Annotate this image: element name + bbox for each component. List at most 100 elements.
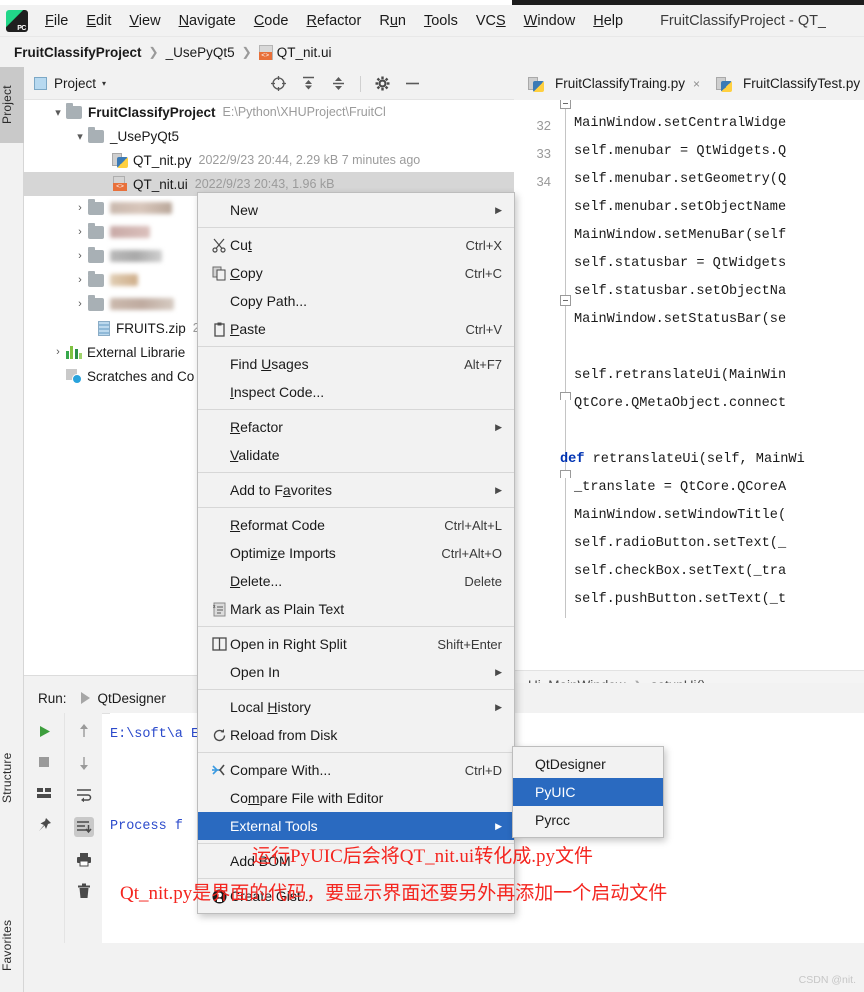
chevron-right-icon[interactable]: › (50, 346, 66, 358)
breadcrumb-item-project[interactable]: FruitClassifyProject (14, 45, 142, 60)
menu-label: Paste (230, 321, 266, 337)
tree-item-label: External Librarie (87, 344, 186, 360)
code-editor[interactable]: 32 33 34 MainWindow.setCentralWidge self… (514, 100, 864, 670)
menu-shortcut: Ctrl+D (464, 762, 502, 778)
menu-shortcut: Shift+Enter (437, 636, 502, 652)
chevron-right-icon[interactable]: › (72, 298, 88, 310)
clipboard-icon (208, 322, 230, 337)
menu-item-find-usages[interactable]: Find Usages Alt+F7 (198, 350, 514, 378)
menu-item-help[interactable]: Help (584, 11, 632, 31)
menu-item-copy[interactable]: Copy Ctrl+C (198, 259, 514, 287)
chevron-right-icon: ▶ (495, 204, 502, 215)
menu-item-refactor[interactable]: Refactor ▶ (198, 413, 514, 441)
close-icon[interactable]: × (693, 77, 700, 91)
menu-item-paste[interactable]: Paste Ctrl+V (198, 315, 514, 343)
menu-item-edit[interactable]: Edit (77, 11, 120, 31)
chevron-right-icon[interactable]: › (72, 250, 88, 262)
menu-item-open-in[interactable]: Open In ▶ (198, 658, 514, 686)
menu-item-window[interactable]: Window (515, 11, 585, 31)
breadcrumb-item-folder[interactable]: _UsePyQt5 (166, 45, 235, 60)
menu-item-run[interactable]: Run (370, 11, 415, 31)
sidebar-item-project[interactable]: Project (0, 67, 24, 143)
breadcrumb-item-file[interactable]: QT_nit.ui (277, 45, 332, 60)
menu-label: Compare With... (230, 762, 332, 778)
expand-all-icon[interactable] (300, 75, 317, 92)
pin-icon[interactable] (34, 814, 54, 834)
up-arrow-icon[interactable] (74, 721, 94, 741)
menu-item-refactor[interactable]: Refactor (298, 11, 371, 31)
chevron-right-icon: ▶ (495, 666, 502, 677)
tree-row-project[interactable]: ▾ FruitClassifyProject E:\Python\XHUProj… (24, 100, 514, 124)
run-play-icon[interactable] (80, 692, 90, 704)
locate-icon[interactable] (270, 75, 287, 92)
menu-item-compare-with[interactable]: Compare With... Ctrl+D (198, 756, 514, 784)
menu-item-reformat-code[interactable]: Reformat Code Ctrl+Alt+L (198, 511, 514, 539)
chevron-down-icon[interactable]: ▾ (72, 130, 88, 143)
hide-icon[interactable] (404, 75, 421, 92)
menu-item-validate[interactable]: Validate (198, 441, 514, 469)
context-menu[interactable]: New ▶ Cut Ctrl+X Copy Ctrl+C Copy Path..… (197, 192, 515, 914)
window-title: FruitClassifyProject - QT_ (660, 12, 827, 29)
breadcrumb-sep-icon: ❯ (241, 45, 252, 59)
code-line: self.pushButton.setText(_t (574, 592, 787, 607)
menu-item-compare-file-with-editor[interactable]: Compare File with Editor (198, 784, 514, 812)
scroll-to-end-icon[interactable] (73, 817, 94, 837)
trash-icon[interactable] (74, 881, 94, 901)
layout-icon[interactable] (34, 783, 54, 803)
chevron-down-icon[interactable]: ▾ (50, 106, 66, 119)
menu-item-external-tools[interactable]: External Tools ▶ (198, 812, 514, 840)
project-panel-header: Project ▾ (24, 67, 514, 100)
down-arrow-icon[interactable] (74, 753, 94, 773)
chevron-right-icon[interactable]: › (72, 274, 88, 286)
code-line: self.statusbar.setObjectNa (574, 284, 787, 299)
sidebar-item-favorites[interactable]: Favorites (0, 899, 24, 991)
stop-icon[interactable] (34, 752, 54, 772)
menu-item-copy-path[interactable]: Copy Path... (198, 287, 514, 315)
code-line: self.menubar.setObjectName (574, 200, 787, 215)
collapse-all-icon[interactable] (330, 75, 347, 92)
menu-item-tools[interactable]: Tools (415, 11, 467, 31)
submenu-item-pyuic[interactable]: PyUIC (513, 778, 663, 806)
chevron-down-icon[interactable]: ▾ (102, 79, 106, 88)
sidebar-item-structure[interactable]: Structure (0, 732, 24, 824)
tree-row-qtnit-py[interactable]: QT_nit.py 2022/9/23 20:44, 2.29 kB 7 min… (24, 148, 514, 172)
menu-item-mark-as-plain-text[interactable]: x Mark as Plain Text (198, 595, 514, 623)
submenu-item-qtdesigner[interactable]: QtDesigner (513, 750, 663, 778)
menu-item-view[interactable]: View (120, 11, 169, 31)
menu-item-cut[interactable]: Cut Ctrl+X (198, 231, 514, 259)
menu-item-reload-from-disk[interactable]: Reload from Disk (198, 721, 514, 749)
editor-gutter: 32 33 34 (514, 100, 559, 670)
menu-label: Copy (230, 265, 263, 281)
editor-fold-column[interactable] (559, 100, 573, 670)
tree-row-usepyqt5[interactable]: ▾ _UsePyQt5 (24, 124, 514, 148)
chevron-right-icon[interactable]: › (72, 202, 88, 214)
menu-item-add-to-favorites[interactable]: Add to Favorites ▶ (198, 476, 514, 504)
menu-item-local-history[interactable]: Local History ▶ (198, 693, 514, 721)
menu-item-inspect-code[interactable]: Inspect Code... (198, 378, 514, 406)
soft-wrap-icon[interactable] (74, 785, 94, 805)
menu-item-new[interactable]: New ▶ (198, 196, 514, 224)
menu-item-delete[interactable]: Delete... Delete (198, 567, 514, 595)
tree-item-label: QT_nit.py (133, 152, 192, 168)
tab-fruitclassifytest[interactable]: FruitClassifyTest.py × (710, 71, 864, 97)
chevron-right-icon[interactable]: › (72, 226, 88, 238)
menu-label: Reformat Code (230, 517, 325, 533)
editor-tab-bar: FruitClassifyTraing.py × FruitClassifyTe… (514, 67, 864, 100)
menu-item-open-in-right-split[interactable]: Open in Right Split Shift+Enter (198, 630, 514, 658)
external-tools-submenu[interactable]: QtDesigner PyUIC Pyrcc (512, 746, 664, 838)
submenu-item-pyrcc[interactable]: Pyrcc (513, 806, 663, 834)
settings-gear-icon[interactable] (374, 75, 391, 92)
menu-label: Delete... (230, 573, 283, 589)
menu-item-file[interactable]: File (36, 11, 77, 31)
print-icon[interactable] (74, 849, 94, 869)
run-icon[interactable] (34, 721, 54, 741)
menu-item-code[interactable]: Code (245, 11, 298, 31)
run-configuration-name[interactable]: QtDesigner (98, 691, 166, 706)
menu-item-optimize-imports[interactable]: Optimize Imports Ctrl+Alt+O (198, 539, 514, 567)
tree-item-label-blurred (110, 226, 150, 238)
menu-item-vcs[interactable]: VCS (467, 11, 515, 31)
tree-item-meta: 2022/9/23 20:44, 2.29 kB 7 minutes ago (198, 153, 421, 167)
tab-fruitclassifytraing[interactable]: FruitClassifyTraing.py × (522, 71, 706, 97)
menu-item-navigate[interactable]: Navigate (170, 11, 245, 31)
annotation-line-2: Qt_nit.py是界面的代码，要显示界面还要另外再添加一个启动文件 (120, 883, 668, 904)
